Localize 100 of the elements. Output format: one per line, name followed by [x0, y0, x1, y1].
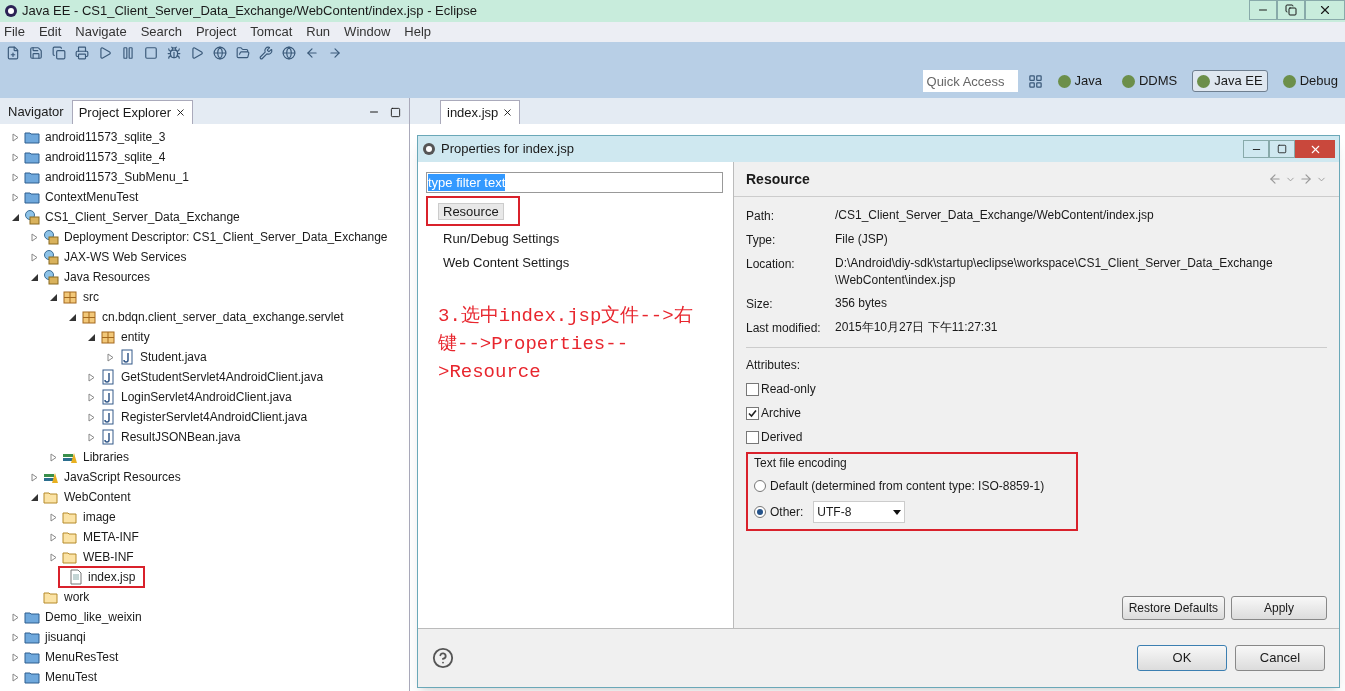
forward-icon[interactable] [328, 46, 342, 60]
tree-item[interactable]: Deployment Descriptor: CS1_Client_Server_Data_Exchange [64, 228, 388, 246]
menu-item[interactable]: Edit [38, 22, 62, 42]
expand-arrow-icon[interactable] [50, 552, 57, 562]
expand-arrow-icon[interactable] [88, 372, 95, 382]
checkbox-label[interactable]: Read-only [761, 380, 816, 398]
tree-item[interactable]: META-INF [83, 528, 139, 546]
minimize-button[interactable] [1249, 0, 1277, 20]
page-item[interactable]: Run/Debug Settings [438, 230, 565, 247]
collapse-arrow-icon[interactable] [31, 273, 38, 281]
tree-item[interactable]: JavaScript Resources [64, 468, 181, 486]
play-icon[interactable] [98, 46, 112, 60]
expand-arrow-icon[interactable] [12, 612, 19, 622]
tree-item[interactable]: GetStudentServlet4AndroidClient.java [121, 368, 324, 386]
tree-item[interactable]: RegisterServlet4AndroidClient.java [121, 408, 308, 426]
dialog-button[interactable]: Cancel [1235, 645, 1325, 671]
stop-icon[interactable] [144, 46, 158, 60]
tree-item[interactable]: index.jsp [88, 568, 136, 586]
tree-item[interactable]: android11573_sqlite_3 [45, 128, 166, 146]
tree-item[interactable]: Libraries [83, 448, 130, 466]
expand-arrow-icon[interactable] [88, 432, 95, 442]
save-icon[interactable] [29, 46, 43, 60]
new-file-icon[interactable] [6, 46, 20, 60]
collapse-arrow-icon[interactable] [12, 213, 19, 221]
view-tab[interactable]: Project Explorer [71, 100, 194, 124]
checkbox-label[interactable]: Derived [761, 428, 803, 446]
expand-arrow-icon[interactable] [31, 472, 38, 482]
tree-item[interactable]: LoginServlet4AndroidClient.java [121, 388, 292, 406]
perspective-button[interactable]: Java EE [1192, 70, 1268, 92]
perspective-button[interactable]: Debug [1277, 70, 1343, 92]
checkbox-label[interactable]: Archive [761, 404, 801, 422]
expand-arrow-icon[interactable] [12, 132, 19, 142]
bug-icon[interactable] [167, 46, 181, 60]
tree-item[interactable]: WEB-INF [83, 548, 134, 566]
expand-arrow-icon[interactable] [88, 392, 95, 402]
menu-item[interactable]: Search [140, 22, 182, 42]
close-button[interactable] [1305, 0, 1345, 20]
tree-item[interactable]: image [83, 508, 116, 526]
open-folder-icon[interactable] [236, 46, 250, 60]
tree-item[interactable]: android11573_SubMenu_1 [45, 168, 189, 186]
expand-arrow-icon[interactable] [107, 352, 114, 362]
page-item[interactable]: Web Content Settings [438, 254, 575, 271]
menu-item[interactable]: Project [195, 22, 237, 42]
collapse-arrow-icon[interactable] [88, 333, 95, 341]
menu-item[interactable]: Help [404, 22, 432, 42]
collapse-arrow-icon[interactable] [31, 493, 38, 501]
expand-arrow-icon[interactable] [50, 532, 57, 542]
tree-item[interactable]: Demo_like_weixin [45, 608, 142, 626]
tree-item[interactable]: entity [121, 328, 150, 346]
expand-arrow-icon[interactable] [50, 452, 57, 462]
checkbox[interactable] [746, 382, 759, 396]
tree-item[interactable]: android11573_sqlite_4 [45, 148, 166, 166]
pause-icon[interactable] [121, 46, 135, 60]
tree-item[interactable]: cn.bdqn.client_server_data_exchange.servlet [102, 308, 344, 326]
page-item[interactable]: Resource [438, 203, 504, 220]
perspective-button[interactable]: Java [1052, 70, 1107, 92]
tree-item[interactable]: ContextMenuTest [45, 188, 139, 206]
collapse-arrow-icon[interactable] [50, 293, 57, 301]
help-icon[interactable] [432, 647, 454, 669]
run-icon[interactable] [190, 46, 204, 60]
perspective-button[interactable]: DDMS [1117, 70, 1183, 92]
close-icon[interactable] [502, 107, 514, 118]
expand-arrow-icon[interactable] [12, 652, 19, 662]
collapse-arrow-icon[interactable] [69, 313, 76, 321]
radio-label[interactable]: Default (determined from content type: ISO-8859-1) [770, 477, 1045, 495]
expand-arrow-icon[interactable] [12, 172, 19, 182]
view-tab[interactable]: Navigator [2, 100, 70, 124]
menu-item[interactable]: Navigate [75, 22, 127, 42]
open-perspective-icon[interactable] [1027, 73, 1043, 89]
wrench-icon[interactable] [259, 46, 273, 60]
radio-label[interactable]: Other: [770, 503, 804, 521]
maximize-button[interactable] [1269, 140, 1295, 158]
expand-arrow-icon[interactable] [12, 192, 19, 202]
quick-access-field[interactable]: Quick Access [922, 70, 1018, 92]
expand-arrow-icon[interactable] [12, 672, 19, 682]
tree-item[interactable]: WebContent [64, 488, 131, 506]
menu-item[interactable]: File [4, 22, 25, 42]
globe-icon[interactable] [213, 46, 227, 60]
tree-item[interactable]: JAX-WS Web Services [64, 248, 187, 266]
tree-item[interactable]: Java Resources [64, 268, 151, 286]
checkbox[interactable] [746, 406, 759, 420]
menu-item[interactable]: Tomcat [250, 22, 293, 42]
close-icon[interactable] [175, 107, 187, 118]
expand-arrow-icon[interactable] [31, 252, 38, 262]
tree-item[interactable]: ResultJSONBean.java [121, 428, 241, 446]
radio-button[interactable] [754, 506, 766, 518]
printer-icon[interactable] [75, 46, 89, 60]
tree-item[interactable]: MenuTest [45, 668, 98, 686]
checkbox[interactable] [746, 430, 759, 444]
radio-button[interactable] [754, 480, 766, 492]
menu-item[interactable]: Run [306, 22, 331, 42]
tree-item[interactable]: jisuanqi [45, 628, 86, 646]
back-icon[interactable] [305, 46, 319, 60]
copy-icon[interactable] [52, 46, 66, 60]
tree-item[interactable]: Student.java [140, 348, 207, 366]
expand-arrow-icon[interactable] [31, 232, 38, 242]
restore-button[interactable] [1277, 0, 1305, 20]
tree-item[interactable]: MenuResTest [45, 648, 119, 666]
menu-item[interactable]: Window [344, 22, 391, 42]
close-button[interactable] [1295, 140, 1335, 158]
